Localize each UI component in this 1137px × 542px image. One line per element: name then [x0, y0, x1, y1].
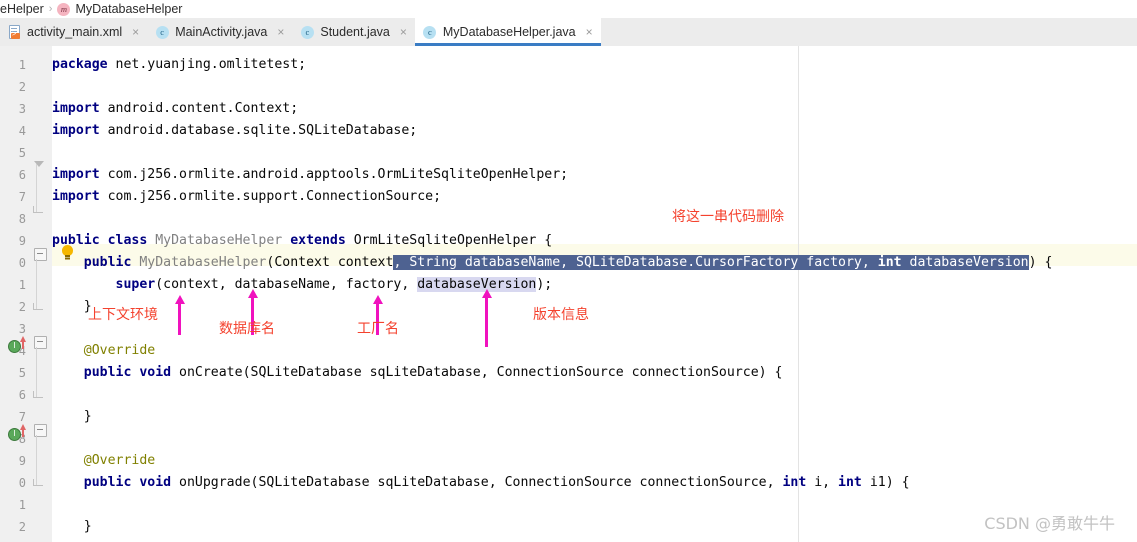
annotation-label-context: 上下文环境 [88, 307, 158, 323]
tab-label: Student.java [320, 25, 390, 39]
annotation-delete-code: 将这一串代码删除 [672, 209, 784, 225]
code-line[interactable]: public class MyDatabaseHelper extends Or… [0, 230, 1137, 252]
watermark: CSDN @勇敢牛牛 [984, 514, 1115, 533]
code-line[interactable]: } [0, 406, 1137, 428]
tab-activity-main-xml[interactable]: activity_main.xml × [0, 18, 148, 46]
close-icon[interactable]: × [586, 25, 593, 39]
java-class-icon: c [300, 25, 314, 39]
ide-window: eHelper › m MyDatabaseHelper activity_ma… [0, 0, 1137, 542]
code-line[interactable] [0, 428, 1137, 450]
code-line[interactable]: @Override [0, 340, 1137, 362]
breadcrumb: eHelper › m MyDatabaseHelper [0, 0, 1137, 19]
code-line[interactable]: @Override [0, 450, 1137, 472]
tab-student-java[interactable]: c Student.java × [292, 18, 415, 46]
tab-mydatabasehelper-java[interactable]: c MyDatabaseHelper.java × [414, 18, 601, 46]
breadcrumb-crumb-class[interactable]: eHelper [0, 2, 44, 16]
editor-tab-bar: activity_main.xml × c MainActivity.java … [0, 18, 1137, 47]
code-line[interactable]: import com.j256.ormlite.support.Connecti… [0, 186, 1137, 208]
tab-label: activity_main.xml [27, 25, 123, 39]
close-icon[interactable]: × [277, 25, 284, 39]
breadcrumb-separator-icon: › [48, 3, 53, 15]
annotation-label-dbname: 数据库名 [219, 321, 275, 337]
java-class-icon: c [423, 25, 437, 39]
code-line[interactable]: public void onCreate(SQLiteDatabase sqLi… [0, 362, 1137, 384]
breadcrumb-crumb-method[interactable]: MyDatabaseHelper [75, 2, 182, 16]
code-line[interactable] [0, 208, 1137, 230]
method-icon: m [57, 2, 71, 16]
tab-label: MyDatabaseHelper.java [442, 25, 576, 39]
close-icon[interactable]: × [132, 25, 139, 39]
code-line[interactable] [0, 76, 1137, 98]
xml-file-icon [8, 25, 21, 39]
close-icon[interactable]: × [400, 25, 407, 39]
code-line[interactable] [0, 384, 1137, 406]
code-line[interactable]: } [0, 516, 1137, 538]
code-editor[interactable]: 12345678901234567890123 package net.yuan… [0, 46, 1137, 542]
java-class-icon: c [155, 25, 169, 39]
tab-mainactivity-java[interactable]: c MainActivity.java × [147, 18, 293, 46]
annotation-label-version: 版本信息 [533, 307, 589, 323]
tab-label: MainActivity.java [175, 25, 268, 39]
annotation-label-factory: 工厂名 [357, 321, 399, 337]
code-line[interactable]: import android.content.Context; [0, 98, 1137, 120]
code-line[interactable]: public MyDatabaseHelper(Context context,… [0, 252, 1137, 274]
code-line[interactable]: import com.j256.ormlite.android.apptools… [0, 164, 1137, 186]
code-line[interactable] [0, 494, 1137, 516]
code-line[interactable]: public void onUpgrade(SQLiteDatabase sqL… [0, 472, 1137, 494]
code-line[interactable] [0, 142, 1137, 164]
code-line[interactable]: import android.database.sqlite.SQLiteDat… [0, 120, 1137, 142]
code-line[interactable]: super(context, databaseName, factory, da… [0, 274, 1137, 296]
code-line[interactable]: package net.yuanjing.omlitetest; [0, 54, 1137, 76]
code-line[interactable]: } [0, 538, 1137, 542]
